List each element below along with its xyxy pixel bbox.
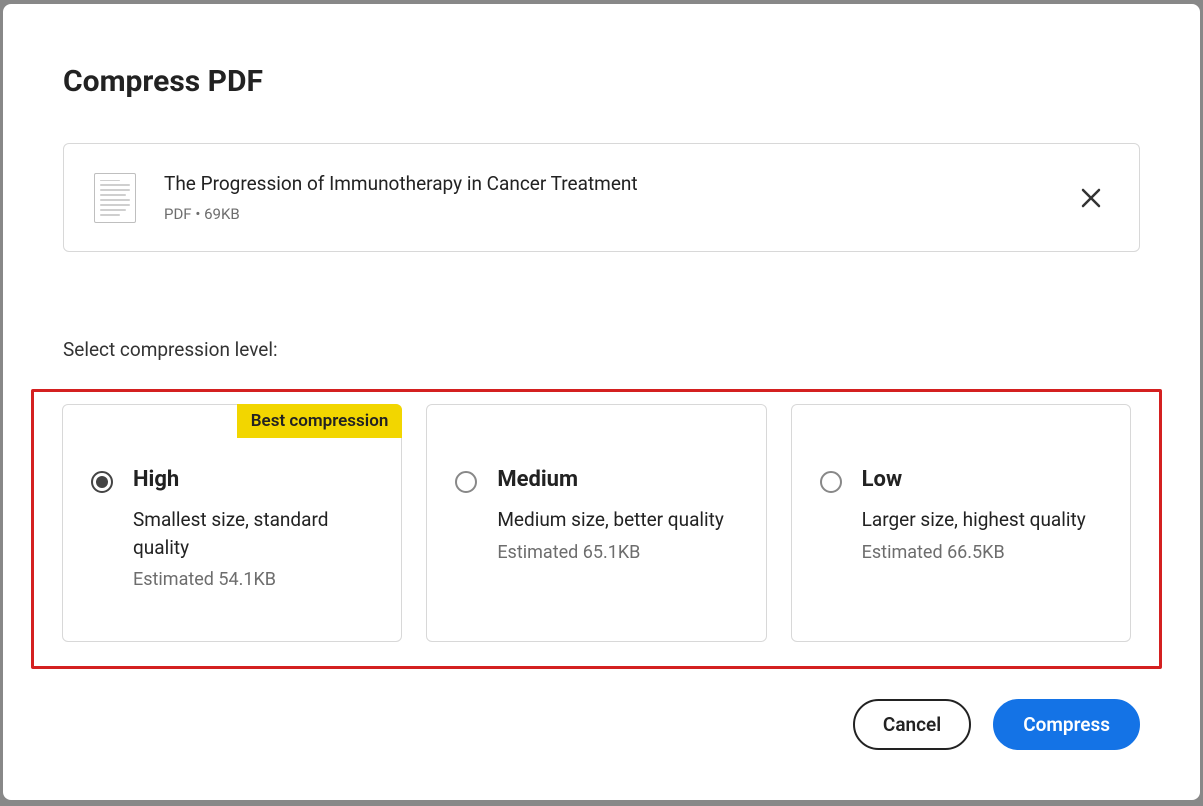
option-title: Medium <box>497 467 737 492</box>
dialog-title: Compress PDF <box>63 64 1140 99</box>
compression-option-medium[interactable]: Medium Medium size, better quality Estim… <box>426 404 766 642</box>
option-description: Smallest size, standard quality <box>133 506 373 561</box>
close-icon <box>1080 187 1102 209</box>
compression-level-label: Select compression level: <box>63 338 1140 361</box>
compression-options: Best compression High Smallest size, sta… <box>62 404 1131 642</box>
best-compression-badge: Best compression <box>237 404 403 438</box>
file-info: The Progression of Immunotherapy in Canc… <box>164 172 1045 223</box>
options-highlight-box: Best compression High Smallest size, sta… <box>31 389 1162 669</box>
file-name: The Progression of Immunotherapy in Canc… <box>164 172 1045 195</box>
dialog-footer: Cancel Compress <box>63 699 1140 750</box>
radio-low[interactable] <box>820 471 842 493</box>
cancel-button[interactable]: Cancel <box>853 699 971 750</box>
radio-high[interactable] <box>91 471 113 493</box>
radio-medium[interactable] <box>455 471 477 493</box>
option-estimated: Estimated 54.1KB <box>133 569 373 590</box>
file-card: The Progression of Immunotherapy in Canc… <box>63 143 1140 252</box>
option-description: Medium size, better quality <box>497 506 737 534</box>
option-estimated: Estimated 65.1KB <box>497 542 737 563</box>
option-description: Larger size, highest quality <box>862 506 1102 534</box>
remove-file-button[interactable] <box>1073 180 1109 216</box>
option-estimated: Estimated 66.5KB <box>862 542 1102 563</box>
compress-pdf-dialog: Compress PDF The Progression of Immunoth… <box>3 4 1200 800</box>
option-title: High <box>133 467 373 492</box>
compression-option-high[interactable]: Best compression High Smallest size, sta… <box>62 404 402 642</box>
option-title: Low <box>862 467 1102 492</box>
compress-button[interactable]: Compress <box>993 699 1140 750</box>
compression-option-low[interactable]: Low Larger size, highest quality Estimat… <box>791 404 1131 642</box>
file-thumbnail-icon <box>94 173 136 223</box>
file-meta: PDF • 69KB <box>164 205 1045 223</box>
